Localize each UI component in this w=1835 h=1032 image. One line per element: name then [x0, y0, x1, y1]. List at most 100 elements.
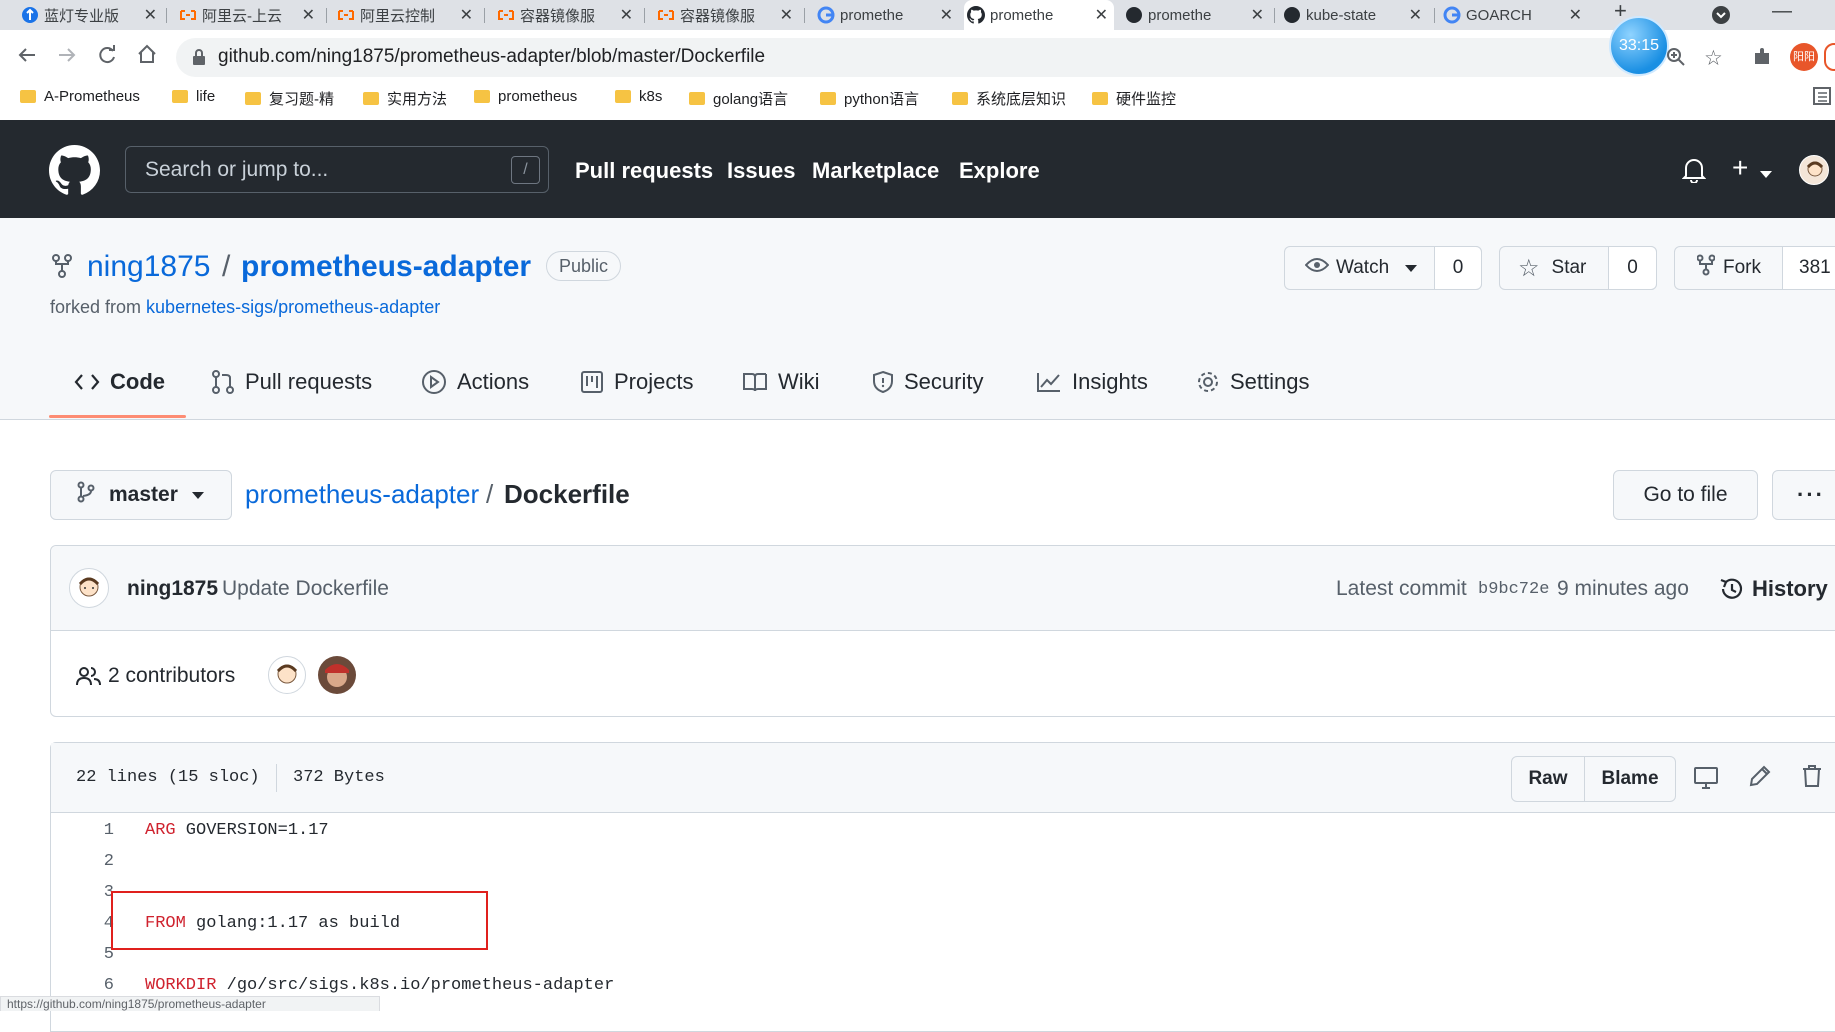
avatar[interactable]: [268, 656, 306, 694]
close-icon[interactable]: ✕: [620, 5, 633, 25]
nav-marketplace[interactable]: Marketplace: [812, 158, 939, 184]
github-logo-icon[interactable]: [49, 145, 100, 201]
trash-icon[interactable]: [1802, 764, 1822, 793]
breadcrumb-repo-link[interactable]: prometheus-adapter: [245, 479, 479, 510]
tab-code[interactable]: Code: [74, 369, 165, 395]
tab-security[interactable]: Security: [872, 369, 983, 395]
bookmark-item[interactable]: prometheus: [474, 88, 577, 105]
more-options-icon[interactable]: ···: [1772, 470, 1835, 520]
browser-tab[interactable]: GOARCH ✕: [1440, 0, 1588, 30]
menu-icon[interactable]: [1824, 43, 1835, 71]
star-count[interactable]: 0: [1608, 246, 1657, 290]
close-icon[interactable]: ✕: [144, 5, 157, 25]
home-icon[interactable]: [136, 43, 158, 70]
browser-tab[interactable]: kube-state ✕: [1280, 0, 1428, 30]
chevron-down-icon[interactable]: [1760, 166, 1772, 184]
tab-title: promethe: [990, 6, 1054, 24]
line-number[interactable]: 6: [60, 976, 114, 995]
go-to-file-button[interactable]: Go to file: [1613, 470, 1758, 520]
commit-author[interactable]: ning1875: [127, 577, 218, 601]
chevron-down-icon: [1405, 257, 1418, 279]
browser-tab[interactable]: 容器镜像服 ✕: [494, 0, 639, 30]
create-new-icon[interactable]: +: [1732, 152, 1748, 184]
nav-pull-requests[interactable]: Pull requests: [575, 158, 713, 184]
fork-count[interactable]: 381: [1782, 246, 1835, 290]
raw-button[interactable]: Raw: [1511, 756, 1585, 802]
zoom-icon[interactable]: [1666, 47, 1686, 72]
back-icon[interactable]: [16, 44, 38, 71]
browser-tab[interactable]: 容器镜像服 ✕: [654, 0, 799, 30]
tab-pull-requests[interactable]: Pull requests: [211, 369, 372, 395]
pull-request-icon: [212, 370, 234, 394]
browser-tab[interactable]: promethe ✕: [1122, 0, 1270, 30]
browser-tab[interactable]: 阿里云-上云 ✕: [176, 0, 321, 30]
tab-wiki[interactable]: Wiki: [742, 369, 820, 395]
bookmark-item[interactable]: golang语言: [689, 88, 788, 109]
reading-list-icon[interactable]: [1812, 86, 1832, 111]
avatar[interactable]: [69, 568, 109, 608]
pencil-icon[interactable]: [1748, 764, 1772, 793]
desktop-icon[interactable]: [1693, 766, 1719, 795]
close-icon[interactable]: ✕: [302, 5, 315, 25]
line-number[interactable]: 5: [60, 945, 114, 964]
profile-avatar[interactable]: 阳阳: [1790, 43, 1818, 71]
tab-title: promethe: [840, 6, 904, 24]
browser-tab[interactable]: 蓝灯专业版 ✕: [18, 0, 163, 30]
extensions-icon[interactable]: [1752, 47, 1772, 72]
line-number[interactable]: 4: [60, 914, 114, 933]
nav-issues[interactable]: Issues: [727, 158, 796, 184]
tab-settings[interactable]: Settings: [1196, 369, 1310, 395]
close-icon[interactable]: ✕: [1409, 5, 1422, 25]
line-number[interactable]: 1: [60, 821, 114, 840]
close-icon[interactable]: ✕: [460, 5, 473, 25]
bookmark-item[interactable]: life: [172, 88, 215, 105]
minimize-icon[interactable]: —: [1772, 0, 1792, 23]
tab-title: promethe: [1148, 6, 1212, 24]
bookmark-star-icon[interactable]: ☆: [1704, 46, 1723, 71]
line-number[interactable]: 2: [60, 852, 114, 871]
history-link[interactable]: History: [1718, 575, 1828, 603]
close-icon[interactable]: ✕: [940, 5, 953, 25]
browser-tab[interactable]: 阿里云控制 ✕: [334, 0, 479, 30]
avatar[interactable]: [1799, 155, 1829, 185]
bookmark-item[interactable]: 硬件监控: [1092, 88, 1176, 109]
browser-tab-active[interactable]: promethe ✕: [964, 0, 1114, 30]
bookmark-item[interactable]: 实用方法: [363, 88, 447, 109]
commit-message[interactable]: Update Dockerfile: [222, 577, 389, 601]
close-icon[interactable]: ✕: [780, 5, 793, 25]
notification-bell-icon[interactable]: [1681, 157, 1707, 188]
bookmark-item[interactable]: k8s: [615, 88, 662, 105]
repo-owner-link[interactable]: ning1875: [87, 250, 210, 284]
reload-icon[interactable]: [96, 44, 118, 71]
branch-select-button[interactable]: master: [50, 470, 232, 520]
bookmark-item[interactable]: 复习题-精: [245, 88, 334, 109]
close-icon[interactable]: ✕: [1251, 5, 1264, 25]
star-label: Star: [1551, 257, 1587, 278]
line-number[interactable]: 3: [60, 883, 114, 902]
bookmark-item[interactable]: 系统底层知识: [952, 88, 1066, 109]
tab-projects[interactable]: Projects: [580, 369, 693, 395]
watch-count[interactable]: 0: [1434, 246, 1482, 290]
lock-icon[interactable]: [192, 49, 206, 71]
tab-actions[interactable]: Actions: [421, 369, 529, 395]
avatar[interactable]: [318, 656, 356, 694]
repo-name-link[interactable]: prometheus-adapter: [241, 250, 531, 284]
browser-tab[interactable]: promethe ✕: [814, 0, 959, 30]
commit-sha[interactable]: b9bc72e: [1478, 580, 1549, 599]
contributors-link[interactable]: 2 contributors: [76, 664, 235, 688]
nav-explore[interactable]: Explore: [959, 158, 1040, 184]
close-icon[interactable]: ✕: [1095, 5, 1108, 25]
blame-button[interactable]: Blame: [1584, 756, 1676, 802]
url-text[interactable]: github.com/ning1875/prometheus-adapter/b…: [218, 46, 765, 68]
bookmark-item[interactable]: A-Prometheus: [20, 88, 140, 105]
timer-badge[interactable]: 33:15: [1609, 16, 1669, 76]
forward-icon[interactable]: [56, 44, 78, 71]
bookmark-item[interactable]: python语言: [820, 88, 919, 109]
forked-from-link[interactable]: kubernetes-sigs/prometheus-adapter: [146, 297, 440, 317]
tab-insights[interactable]: Insights: [1036, 369, 1148, 395]
aliyun-icon: [657, 6, 675, 24]
folder-icon: [689, 92, 705, 105]
search-shortcut-key: /: [511, 156, 540, 184]
tab-search-icon[interactable]: [1711, 5, 1731, 30]
close-icon[interactable]: ✕: [1569, 5, 1582, 25]
